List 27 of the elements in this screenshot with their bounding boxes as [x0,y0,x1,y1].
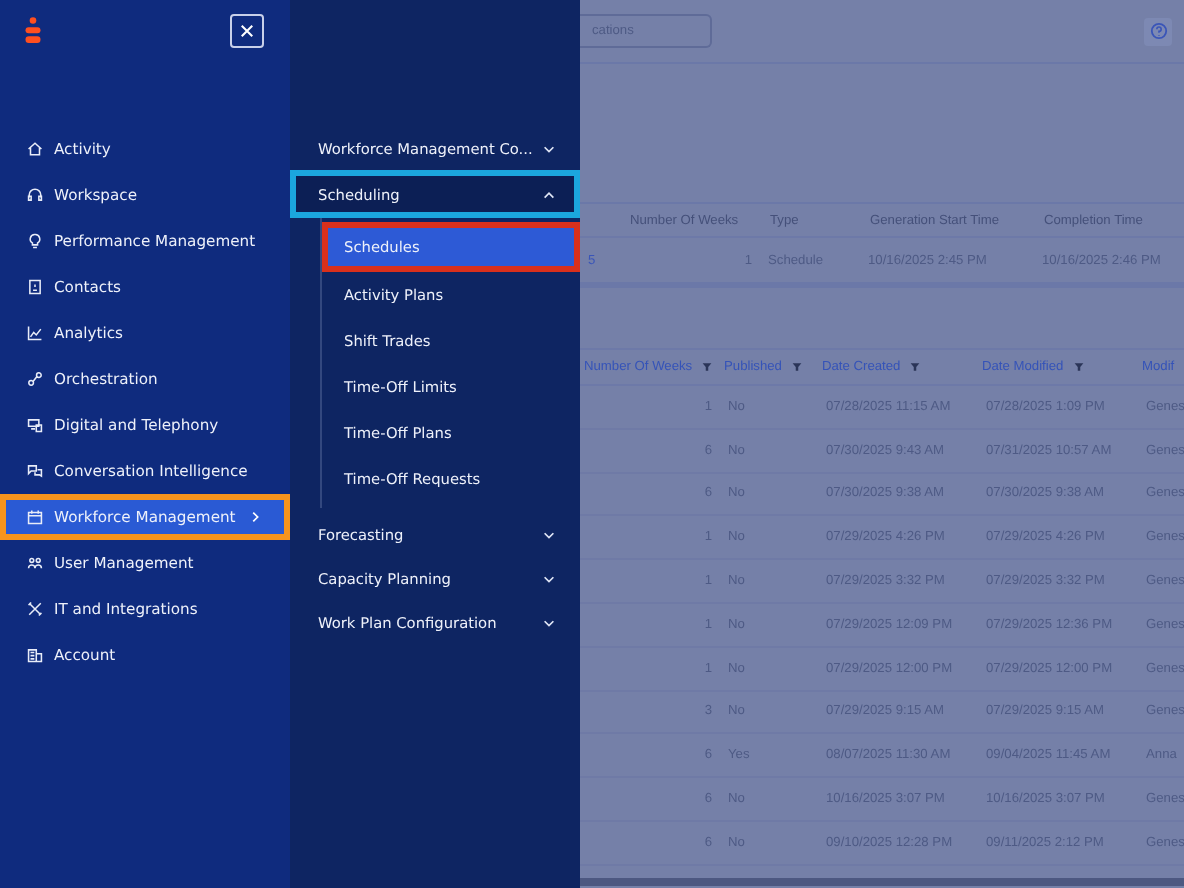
headset-icon [26,186,44,204]
filter-icon[interactable] [791,362,802,372]
filter-icon[interactable] [910,362,921,372]
building-icon [26,646,44,664]
line-chart-icon [26,324,44,342]
chevron-down-icon [542,527,556,541]
lightbulb-icon [26,232,44,250]
close-icon [240,24,254,38]
logo-icon [24,14,42,48]
home-icon [26,140,44,158]
chevron-right-icon [248,510,262,524]
contact-card-icon [26,278,44,296]
chat-icon [26,462,44,480]
help-button[interactable] [1144,17,1172,45]
filter-icon[interactable] [1073,362,1084,372]
close-button[interactable] [230,14,264,48]
users-icon [26,554,44,572]
devices-icon [26,416,44,434]
chevron-down-icon [542,615,556,629]
chevron-down-icon [542,141,556,155]
chevron-up-icon [542,187,556,201]
chevron-down-icon [542,571,556,585]
help-icon [1149,22,1167,40]
calendar-icon [26,508,44,526]
nodes-icon [26,370,44,388]
filter-icon[interactable] [702,362,713,372]
tools-icon [26,600,44,618]
